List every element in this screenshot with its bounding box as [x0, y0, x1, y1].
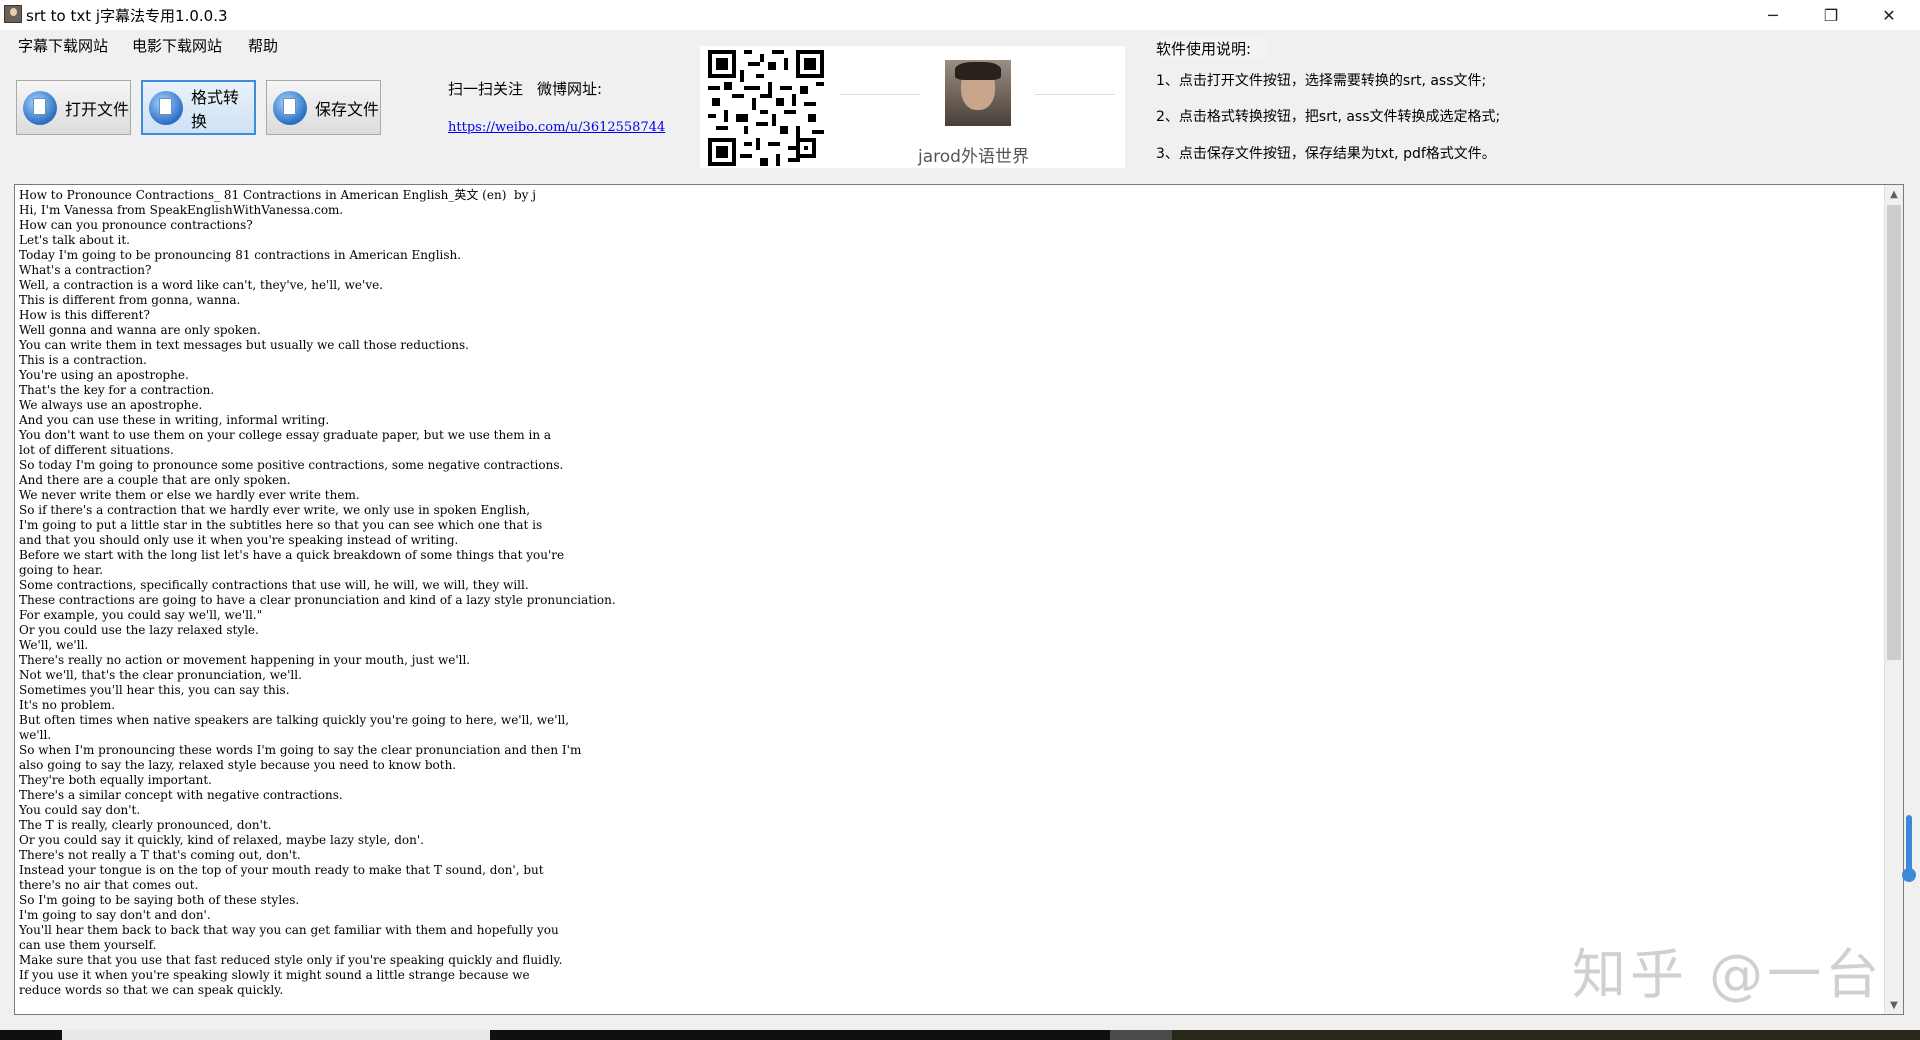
menu-movie-sites[interactable]: 电影下载网站	[132, 35, 222, 56]
text-line: So I'm going to be saying both of these …	[19, 893, 300, 907]
help-title: 软件使用说明:	[1156, 38, 1268, 59]
open-file-button[interactable]: 打开文件	[16, 80, 131, 135]
text-line: How is this different?	[19, 308, 150, 322]
text-line: Not we'll, that's the clear pronunciatio…	[19, 668, 302, 682]
text-line: Well, a contraction is a word like can't…	[19, 278, 384, 292]
taskbar-tray	[1172, 1030, 1920, 1040]
text-line: This is different from gonna, wanna.	[19, 293, 241, 307]
weibo-label: 微博网址:	[537, 80, 603, 98]
text-line: Instead your tongue is on the top of you…	[19, 863, 544, 877]
text-line: You don't want to use them on your colle…	[19, 428, 552, 442]
text-line: So when I'm pronouncing these words I'm …	[19, 743, 582, 757]
text-line: You'll hear them back to back that way y…	[19, 923, 559, 937]
avatar	[945, 60, 1011, 126]
divider	[1035, 94, 1115, 95]
text-line: Sometimes you'll hear this, you can say …	[19, 683, 290, 697]
text-line: Today I'm going to be pronouncing 81 con…	[19, 248, 462, 262]
text-line: And there are a couple that are only spo…	[19, 473, 291, 487]
text-line: We always use an apostrophe.	[19, 398, 203, 412]
open-file-label: 打开文件	[65, 99, 130, 119]
text-line: So if there's a contraction that we hard…	[19, 503, 531, 517]
text-line: can use them yourself.	[19, 938, 157, 952]
help-step: 2、点击格式转换按钮，把srt, ass文件转换成选定格式;	[1156, 109, 1501, 125]
subtitle-text: How to Pronounce Contractions_ 81 Contra…	[19, 188, 616, 998]
text-line: You're using an apostrophe.	[19, 368, 189, 382]
text-line: It's no problem.	[19, 698, 116, 712]
maximize-button[interactable]: ❐	[1802, 0, 1860, 30]
scrollbar-thumb[interactable]	[1887, 205, 1901, 660]
text-line: And you can use these in writing, inform…	[19, 413, 330, 427]
text-line: We never write them or else we hardly ev…	[19, 488, 360, 502]
side-slider-knob[interactable]	[1902, 868, 1916, 882]
save-file-icon	[273, 90, 307, 125]
text-line: So today I'm going to pronounce some pos…	[19, 458, 564, 472]
divider	[840, 94, 920, 95]
text-line: there's no air that comes out.	[19, 878, 199, 892]
scan-label: 扫一扫关注	[448, 80, 524, 98]
convert-format-icon	[149, 90, 183, 125]
text-line: Or you could use the lazy relaxed style.	[19, 623, 259, 637]
text-line: Well gonna and wanna are only spoken.	[19, 323, 261, 337]
text-line: This is a contraction.	[19, 353, 147, 367]
text-line: How can you pronounce contractions?	[19, 218, 253, 232]
title-bar: srt to txt j字幕法专用1.0.0.3 ─ ❐ ✕	[0, 0, 1920, 30]
help-step: 1、点击打开文件按钮，选择需要转换的srt, ass文件;	[1156, 73, 1487, 89]
text-line: You could say don't.	[19, 803, 141, 817]
watermark: 知乎 @一台	[1572, 943, 1884, 1006]
save-file-label: 保存文件	[315, 99, 380, 119]
text-line: Make sure that you use that fast reduced…	[19, 953, 563, 967]
text-line: Some contractions, specifically contract…	[19, 578, 529, 592]
scroll-up-arrow-icon[interactable]: ▲	[1885, 185, 1903, 203]
promo-name: jarod外语世界	[918, 147, 1029, 167]
text-line: For example, you could say we'll, we'll.…	[19, 608, 263, 622]
text-line: Let's talk about it.	[19, 233, 130, 247]
text-line: and that you should only use it when you…	[19, 533, 459, 547]
taskbar-item[interactable]	[62, 1030, 490, 1040]
promo-panel: jarod外语世界	[700, 46, 1125, 168]
text-line: I'm going to put a little star in the su…	[19, 518, 543, 532]
save-file-button[interactable]: 保存文件	[266, 80, 381, 135]
convert-format-label: 格式转换	[191, 87, 240, 131]
menu-help[interactable]: 帮助	[248, 35, 278, 56]
scroll-down-arrow-icon[interactable]: ▼	[1885, 996, 1903, 1014]
text-line: These contractions are going to have a c…	[19, 593, 616, 607]
open-file-icon	[23, 90, 57, 125]
text-line: You can write them in text messages but …	[19, 338, 469, 352]
subtitle-text-area[interactable]: How to Pronounce Contractions_ 81 Contra…	[14, 184, 1904, 1015]
text-line: we'll.	[19, 728, 52, 742]
vertical-scrollbar[interactable]: ▲ ▼	[1884, 185, 1903, 1014]
text-line: If you use it when you're speaking slowl…	[19, 968, 530, 982]
text-line: also going to say the lazy, relaxed styl…	[19, 758, 457, 772]
text-line: The T is really, clearly pronounced, don…	[19, 818, 272, 832]
text-line: That's the key for a contraction.	[19, 383, 215, 397]
text-line: Before we start with the long list let's…	[19, 548, 565, 562]
text-line: How to Pronounce Contractions_ 81 Contra…	[19, 188, 536, 202]
text-line: Hi, I'm Vanessa from SpeakEnglishWithVan…	[19, 203, 344, 217]
app-icon	[4, 5, 22, 23]
text-line: They're both equally important.	[19, 773, 212, 787]
text-line: lot of different situations.	[19, 443, 174, 457]
text-line: going to hear.	[19, 563, 104, 577]
convert-format-button[interactable]: 格式转换	[141, 80, 256, 135]
weibo-link[interactable]: https://weibo.com/u/3612558744	[448, 120, 665, 135]
qr-code	[708, 50, 824, 166]
text-line: reduce words so that we can speak quickl…	[19, 983, 284, 997]
text-line: We'll, we'll.	[19, 638, 89, 652]
text-line: There's a similar concept with negative …	[19, 788, 343, 802]
taskbar-item[interactable]	[1110, 1030, 1172, 1040]
menu-subtitle-sites[interactable]: 字幕下载网站	[18, 35, 108, 56]
minimize-button[interactable]: ─	[1744, 0, 1802, 30]
text-line: But often times when native speakers are…	[19, 713, 570, 727]
text-line: I'm going to say don't and don'.	[19, 908, 211, 922]
close-button[interactable]: ✕	[1860, 0, 1918, 30]
help-step: 3、点击保存文件按钮，保存结果为txt, pdf格式文件。	[1156, 146, 1496, 162]
text-line: What's a contraction?	[19, 263, 152, 277]
text-line: Or you could say it quickly, kind of rel…	[19, 833, 424, 847]
text-line: There's not really a T that's coming out…	[19, 848, 301, 862]
text-line: There's really no action or movement hap…	[19, 653, 471, 667]
window-title: srt to txt j字幕法专用1.0.0.3	[26, 7, 228, 25]
